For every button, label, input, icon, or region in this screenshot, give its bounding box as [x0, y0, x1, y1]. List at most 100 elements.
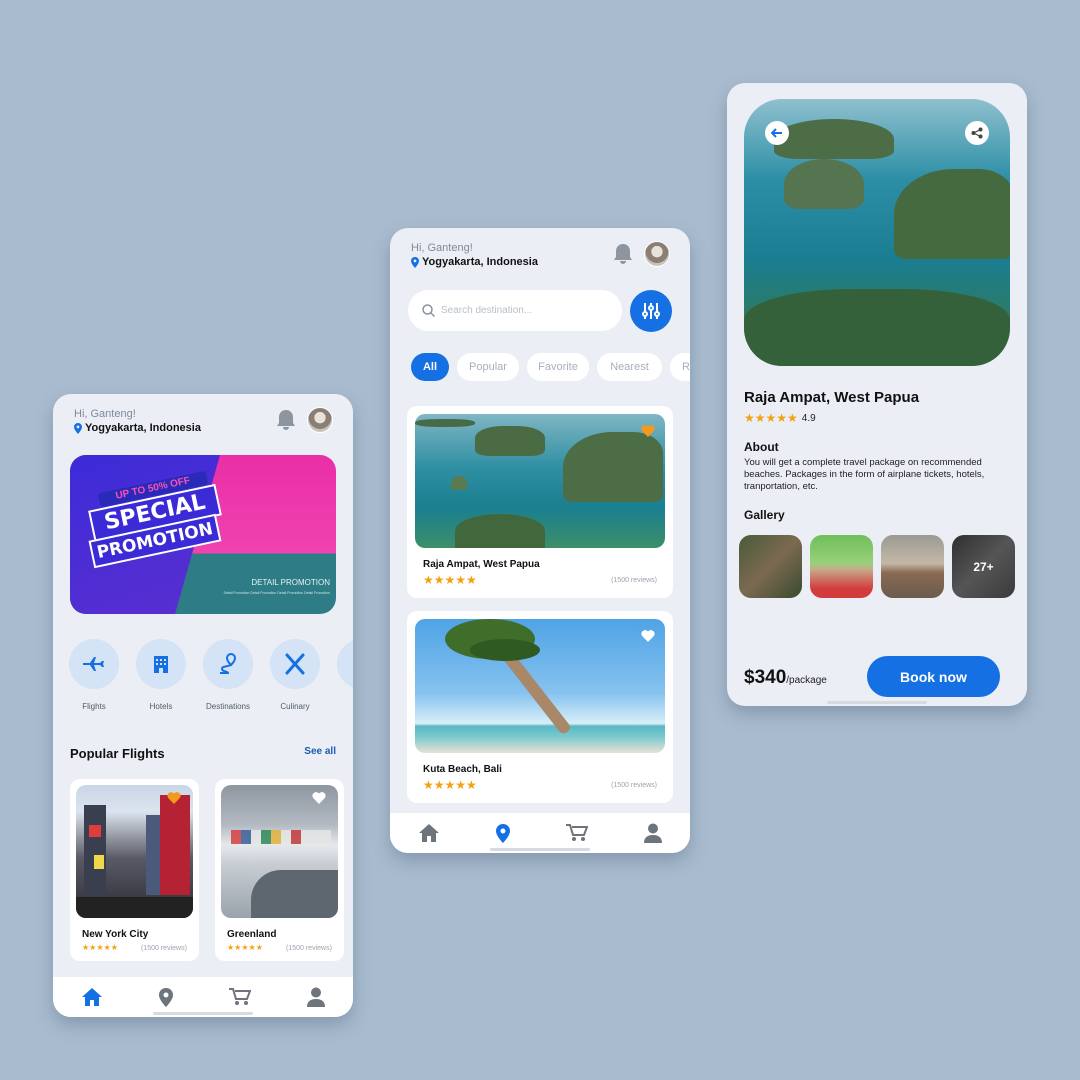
card-reviews: (1500 reviews) — [611, 577, 657, 584]
price-value: $340 — [744, 667, 787, 688]
location-label: Yogyakarta, Indonesia — [422, 256, 538, 268]
category-flights[interactable]: Flights — [69, 639, 119, 711]
bottom-nav — [390, 813, 690, 853]
profile-icon[interactable] — [307, 987, 325, 1007]
price-unit: /package — [786, 675, 827, 686]
destination-card-raja-ampat[interactable]: Raja Ampat, West Papua ★★★★★ (1500 revie… — [407, 406, 673, 598]
gallery-photo[interactable] — [881, 535, 944, 598]
home-screen: Hi, Ganteng! Yogyakarta, Indonesia UP TO… — [53, 394, 353, 1017]
card-stars: ★★★★★ — [423, 778, 477, 792]
promo-fine-print: Detail Promotion Detail Promotion Detail… — [223, 591, 330, 595]
card-stars: ★★★★★ — [423, 573, 477, 587]
greeting-text: Hi, Ganteng! — [74, 408, 136, 420]
utensils-icon — [285, 653, 305, 675]
location-text: Yogyakarta, Indonesia — [74, 422, 201, 434]
kuta-beach-photo — [415, 619, 665, 753]
location-icon[interactable] — [496, 823, 510, 843]
chip-more[interactable]: R — [670, 353, 690, 381]
location-pin-icon — [74, 422, 82, 434]
sliders-icon — [642, 303, 660, 319]
gallery-more-count: 27+ — [973, 559, 994, 574]
home-indicator — [490, 848, 590, 851]
flight-card-greenland[interactable]: Greenland ★★★★★ (1500 reviews) — [215, 779, 344, 961]
share-icon — [971, 127, 983, 139]
card-stars: ★★★★★ — [227, 943, 263, 952]
detail-screen: Raja Ampat, West Papua ★★★★★ 4.9 About Y… — [727, 83, 1027, 706]
section-title: Popular Flights — [70, 746, 165, 761]
gallery-photo[interactable] — [739, 535, 802, 598]
location-icon[interactable] — [159, 987, 173, 1007]
gallery-more[interactable]: 27+ — [952, 535, 1015, 598]
explore-screen: Hi, Ganteng! Yogyakarta, Indonesia Searc… — [390, 228, 690, 853]
card-title: New York City — [82, 929, 149, 940]
card-title: Greenland — [227, 929, 277, 940]
card-title: Kuta Beach, Bali — [423, 764, 502, 775]
chip-favorite[interactable]: Favorite — [527, 353, 589, 381]
category-label: Destinations — [205, 702, 251, 711]
category-more[interactable] — [337, 639, 353, 702]
avatar[interactable] — [644, 241, 670, 267]
card-stars: ★★★★★ — [82, 943, 118, 952]
card-reviews: (1500 reviews) — [286, 945, 332, 952]
category-label: Hotels — [149, 702, 173, 711]
gallery-photo[interactable] — [810, 535, 873, 598]
promo-detail: DETAIL PROMOTION — [251, 578, 330, 587]
bell-icon[interactable] — [612, 242, 634, 266]
card-reviews: (1500 reviews) — [611, 782, 657, 789]
about-text: You will get a complete travel package o… — [744, 457, 985, 492]
back-button[interactable] — [765, 121, 789, 145]
nyc-photo — [76, 785, 193, 918]
building-icon — [154, 656, 168, 673]
location-label: Yogyakarta, Indonesia — [85, 422, 201, 434]
category-destinations[interactable]: Destinations — [203, 639, 253, 711]
search-placeholder: Search destination... — [441, 305, 533, 316]
heart-icon[interactable] — [641, 629, 655, 642]
rating-row: ★★★★★ 4.9 — [744, 411, 816, 425]
chip-popular[interactable]: Popular — [457, 353, 519, 381]
chip-nearest[interactable]: Nearest — [597, 353, 662, 381]
home-indicator — [827, 701, 927, 704]
raja-ampat-photo — [415, 414, 665, 548]
heart-icon[interactable] — [641, 424, 655, 437]
greeting-text: Hi, Ganteng! — [411, 242, 473, 254]
chip-all[interactable]: All — [411, 353, 449, 381]
promo-banner[interactable]: UP TO 50% OFF SPECIAL PROMOTION DETAIL P… — [70, 455, 336, 614]
home-indicator — [153, 1012, 253, 1015]
category-label: Culinary — [280, 702, 310, 711]
rating-stars: ★★★★★ — [744, 411, 798, 425]
bell-icon[interactable] — [275, 408, 297, 432]
greenland-photo — [221, 785, 338, 918]
heart-icon[interactable] — [167, 791, 181, 804]
arrow-left-icon — [771, 128, 782, 138]
card-title: Raja Ampat, West Papua — [423, 559, 540, 570]
filter-button[interactable] — [630, 290, 672, 332]
location-pin-icon — [411, 256, 419, 268]
destination-title: Raja Ampat, West Papua — [744, 389, 920, 406]
category-label: Flights — [82, 702, 106, 711]
route-icon — [220, 652, 237, 674]
search-input[interactable]: Search destination... — [408, 290, 622, 331]
book-now-button[interactable]: Book now — [867, 656, 1000, 697]
profile-icon[interactable] — [644, 823, 662, 843]
location-text: Yogyakarta, Indonesia — [411, 256, 538, 268]
cart-icon[interactable] — [566, 824, 588, 842]
avatar[interactable] — [307, 407, 333, 433]
category-culinary[interactable]: Culinary — [270, 639, 320, 711]
heart-icon[interactable] — [312, 791, 326, 804]
share-button[interactable] — [965, 121, 989, 145]
bottom-nav — [53, 977, 353, 1017]
gallery-heading: Gallery — [744, 508, 785, 522]
rating-value: 4.9 — [801, 412, 816, 424]
price-row: $340 /package — [744, 667, 827, 689]
cart-icon[interactable] — [229, 988, 251, 1006]
category-hotels[interactable]: Hotels — [136, 639, 186, 711]
destination-card-kuta-beach[interactable]: Kuta Beach, Bali ★★★★★ (1500 reviews) — [407, 611, 673, 803]
search-icon — [422, 304, 435, 317]
flight-card-nyc[interactable]: New York City ★★★★★ (1500 reviews) — [70, 779, 199, 961]
about-heading: About — [744, 440, 779, 454]
home-icon[interactable] — [418, 823, 440, 843]
plane-icon — [83, 657, 104, 671]
home-icon[interactable] — [81, 987, 103, 1007]
see-all-link[interactable]: See all — [304, 746, 336, 757]
card-reviews: (1500 reviews) — [141, 945, 187, 952]
